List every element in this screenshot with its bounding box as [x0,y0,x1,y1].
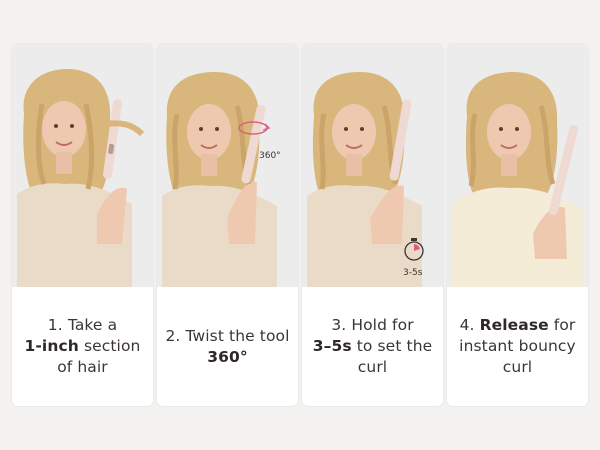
step-3-photo: 3-5s [302,44,443,287]
step-2-illustration: 360° [157,44,298,287]
step-1-caption: 1. Take a 1-inch section of hair [12,287,153,406]
step-3-number: 3. [331,316,347,334]
step-card-1: 1. Take a 1-inch section of hair [12,44,153,406]
step-2-number: 2. [165,326,181,345]
step-1-number: 1. [47,316,63,334]
rotate-label: 360° [259,151,281,161]
step-card-2: 360° 2. Twist the tool 360° [157,44,298,406]
step-card-3: 3-5s 3. Hold for 3–5s to set the curl [302,44,443,406]
step-4-illustration [447,44,588,287]
step-3-highlight: 3–5s [312,337,352,355]
step-3-text-post: to set the curl [356,337,433,376]
step-1-highlight: 1-inch [24,337,79,355]
steps-strip: 1. Take a 1-inch section of hair 360° 2.… [12,44,588,406]
step-card-4: 4. Release for instant bouncy curl [447,44,588,406]
step-3-text-pre: Hold for [351,316,414,334]
step-4-caption: 4. Release for instant bouncy curl [447,287,588,406]
step-2-caption: 2. Twist the tool 360° [157,287,298,406]
step-2-photo: 360° [157,44,298,287]
step-4-highlight: Release [479,316,549,334]
step-4-number: 4. [459,316,475,334]
step-1-photo [12,44,153,287]
step-2-highlight: 360° [207,347,248,366]
step-1-text-pre: Take a [67,316,118,334]
step-2-text-pre: Twist the tool [185,326,290,345]
timer-label: 3-5s [403,268,423,278]
step-1-illustration [12,44,153,287]
step-4-photo [447,44,588,287]
step-3-caption: 3. Hold for 3–5s to set the curl [302,287,443,406]
step-3-illustration: 3-5s [302,44,443,287]
